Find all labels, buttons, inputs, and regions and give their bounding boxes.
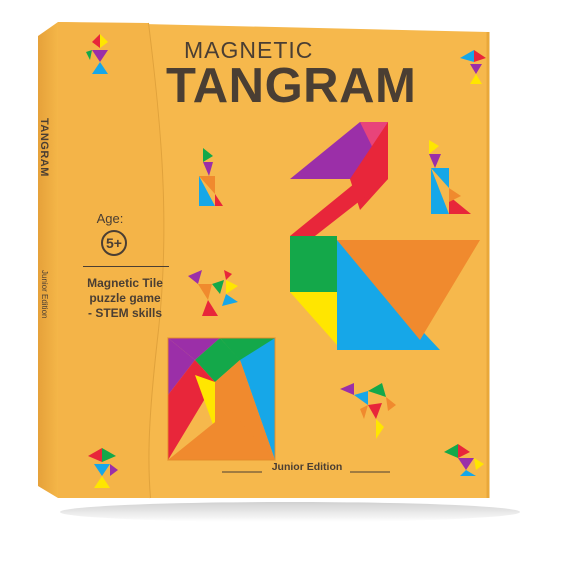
description-line: Magnetic Tile (87, 276, 163, 290)
description-line: - STEM skills (87, 306, 163, 320)
product-photo: MAGNETIC TANGRAM TANGRAM Junior Edition … (0, 0, 569, 569)
spine-title: TANGRAM (38, 118, 50, 177)
description-line: puzzle game (89, 291, 161, 305)
age-value: 5+ (106, 235, 122, 251)
divider (83, 266, 169, 267)
age-badge: 5+ (101, 230, 127, 256)
edition-label: Junior Edition (271, 461, 343, 473)
side-panel (58, 22, 164, 498)
cover-title: TANGRAM (166, 59, 417, 113)
spine-edition: Junior Edition (40, 270, 49, 319)
box-spine (38, 22, 58, 498)
product-description: Magnetic Tile puzzle game - STEM skills (66, 276, 184, 321)
age-label: Age: (96, 211, 124, 226)
box-shadow (60, 502, 520, 522)
